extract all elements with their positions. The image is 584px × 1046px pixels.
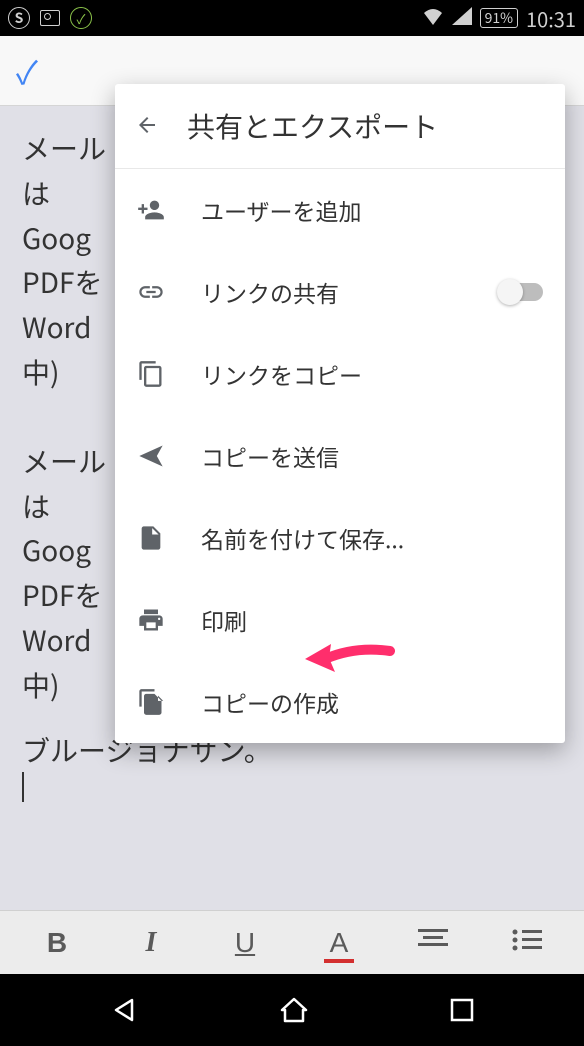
- menu-item-add-user[interactable]: ユーザーを追加: [115, 169, 565, 251]
- modal-backdrop[interactable]: 共有とエクスポート ユーザーを追加 リンクの共有 リンクをコピー: [0, 36, 584, 974]
- menu-item-label: リンクをコピー: [201, 357, 543, 391]
- menu-item-label: ユーザーを追加: [201, 193, 543, 227]
- share-icon: [137, 442, 165, 470]
- copy-icon: [137, 360, 165, 388]
- link-sharing-toggle[interactable]: [499, 283, 543, 301]
- menu-item-save-as[interactable]: 名前を付けて保存...: [115, 497, 565, 579]
- menu-item-label: コピーを送信: [201, 439, 543, 473]
- back-button[interactable]: [110, 996, 138, 1024]
- android-nav-bar: [0, 974, 584, 1046]
- menu-item-label: コピーの作成: [201, 685, 543, 719]
- image-notification-icon: [40, 10, 60, 26]
- menu-item-label: 名前を付けて保存...: [201, 521, 543, 555]
- link-icon: [137, 278, 165, 306]
- menu-item-make-copy[interactable]: コピーの作成: [115, 661, 565, 743]
- print-icon: [137, 606, 165, 634]
- person-add-icon: [137, 196, 165, 224]
- file-icon: [137, 524, 165, 552]
- home-button[interactable]: [279, 996, 309, 1024]
- wifi-icon: [422, 6, 444, 30]
- app-area: ✓ メール は Goog PDFを Word 中) メール は Goog PDF…: [0, 36, 584, 974]
- menu-item-copy-link[interactable]: リンクをコピー: [115, 333, 565, 415]
- menu-item-link-sharing[interactable]: リンクの共有: [115, 251, 565, 333]
- signal-icon: [452, 6, 472, 30]
- recents-button[interactable]: [450, 998, 474, 1022]
- skype-icon: S: [8, 7, 30, 29]
- battery-indicator: 91%: [480, 8, 518, 28]
- menu-item-label: 印刷: [201, 603, 543, 637]
- menu-item-send-copy[interactable]: コピーを送信: [115, 415, 565, 497]
- status-bar: S ✓ 91% 10:31: [0, 0, 584, 36]
- share-export-menu: 共有とエクスポート ユーザーを追加 リンクの共有 リンクをコピー: [115, 84, 565, 743]
- menu-item-print[interactable]: 印刷: [115, 579, 565, 661]
- sync-ok-icon: ✓: [70, 7, 92, 29]
- file-copy-icon: [137, 688, 165, 716]
- menu-header: 共有とエクスポート: [115, 84, 565, 169]
- clock: 10:31: [526, 4, 576, 33]
- menu-title: 共有とエクスポート: [187, 106, 438, 146]
- back-arrow-icon[interactable]: [135, 108, 159, 145]
- menu-item-label: リンクの共有: [201, 275, 499, 309]
